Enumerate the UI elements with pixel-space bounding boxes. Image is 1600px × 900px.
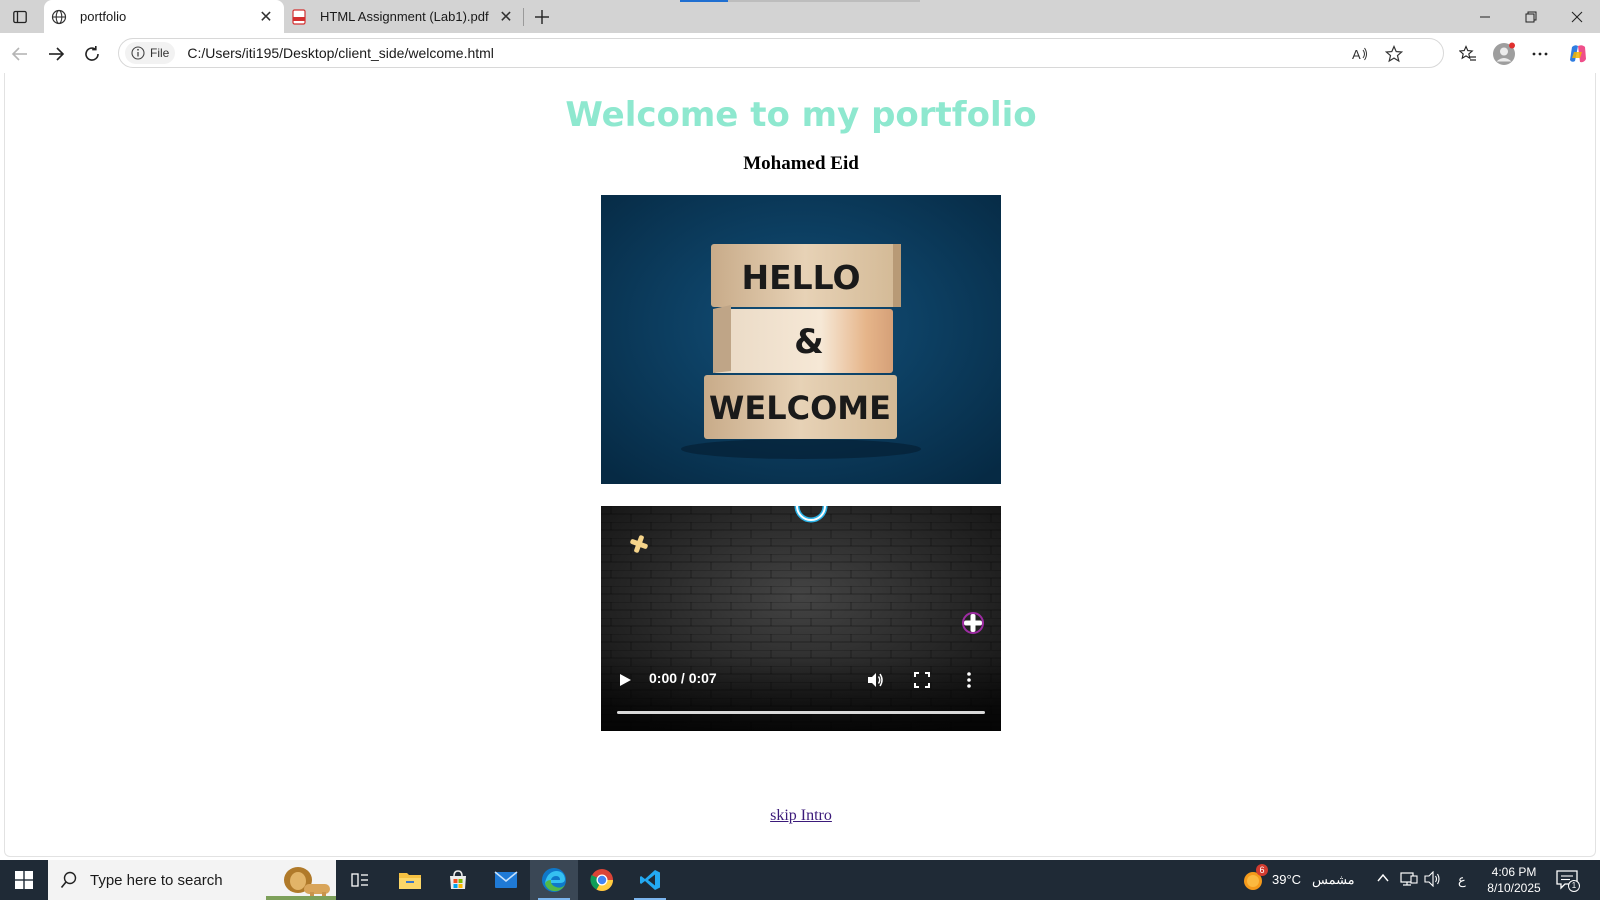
microsoft-store-button[interactable] xyxy=(434,860,482,900)
welcome-image: HELLO & WELCOME xyxy=(601,195,1001,484)
favorites-list-icon xyxy=(1459,45,1476,61)
forward-button[interactable] xyxy=(40,38,72,70)
tab-title: HTML Assignment (Lab1).pdf xyxy=(320,9,489,24)
tab-strip: portfolio ✕ HTML Assignment (Lab1).pdf ✕ xyxy=(0,0,1600,33)
read-aloud-icon[interactable]: A xyxy=(1349,43,1371,65)
taskbar-search[interactable]: Type here to search xyxy=(48,860,336,900)
globe-icon xyxy=(50,8,68,26)
page-viewport: Welcome to my portfolio Mohamed Eid HELL… xyxy=(4,73,1596,857)
tab-separator xyxy=(523,8,524,26)
arrow-right-icon xyxy=(49,47,65,61)
copilot-button[interactable] xyxy=(1562,38,1594,70)
page-heading: Welcome to my portfolio xyxy=(565,95,1037,135)
tab-portfolio[interactable]: portfolio ✕ xyxy=(44,0,284,33)
network-icon[interactable] xyxy=(1400,871,1418,892)
clock-date: 8/10/2025 xyxy=(1487,881,1541,895)
plus-icon xyxy=(535,10,549,24)
chevron-up-icon[interactable] xyxy=(1376,871,1390,890)
search-icon xyxy=(60,871,77,889)
fullscreen-icon xyxy=(914,672,930,688)
favorite-star-icon[interactable] xyxy=(1383,43,1405,65)
edge-icon xyxy=(542,868,566,892)
tab-actions-button[interactable] xyxy=(6,4,34,30)
skip-intro-link[interactable]: skip Intro xyxy=(5,807,1597,825)
address-bar[interactable]: File C:/Users/iti195/Desktop/client_side… xyxy=(118,38,1444,68)
weather-icon[interactable]: 6 xyxy=(1242,864,1268,892)
folder-icon xyxy=(399,873,421,889)
author-name: Mohamed Eid xyxy=(743,153,859,174)
close-tab-icon[interactable]: ✕ xyxy=(494,5,518,29)
intro-video[interactable]: 0:00 / 0:07 xyxy=(601,506,1001,731)
profile-button[interactable] xyxy=(1488,38,1520,70)
arrow-left-icon xyxy=(11,47,27,61)
close-tab-icon[interactable]: ✕ xyxy=(254,5,278,29)
weather-temp[interactable]: 39°C xyxy=(1272,872,1301,887)
weather-condition[interactable]: مشمس xyxy=(1312,872,1355,888)
restore-button[interactable] xyxy=(1508,0,1554,33)
edge-button[interactable] xyxy=(530,860,578,900)
minimize-icon xyxy=(1480,16,1490,17)
refresh-icon xyxy=(85,46,99,61)
store-icon xyxy=(450,870,466,889)
tab-pdf[interactable]: HTML Assignment (Lab1).pdf ✕ xyxy=(284,0,524,33)
hero-line-hello: HELLO xyxy=(741,258,860,297)
pdf-icon xyxy=(290,8,308,26)
windows-taskbar: Type here to search 6 39°C مشمس ع 4:06 P… xyxy=(0,860,1600,900)
notification-center-button[interactable]: 1 xyxy=(1556,870,1582,892)
volume-icon[interactable] xyxy=(1424,870,1442,892)
mail-icon xyxy=(494,871,518,888)
play-button[interactable] xyxy=(613,668,637,692)
video-time: 0:00 / 0:07 xyxy=(649,670,717,686)
play-icon xyxy=(620,674,631,686)
ellipsis-icon xyxy=(1532,52,1548,56)
tab-actions-icon xyxy=(13,10,27,24)
minimize-button[interactable] xyxy=(1462,0,1508,33)
mute-button[interactable] xyxy=(863,668,887,692)
task-view-icon xyxy=(351,873,368,887)
task-view-button[interactable] xyxy=(336,860,384,900)
more-options-button[interactable] xyxy=(1524,38,1556,70)
info-icon xyxy=(131,46,145,60)
site-info-label: File xyxy=(150,46,170,60)
copilot-icon xyxy=(1570,45,1586,63)
restore-icon xyxy=(1525,11,1537,22)
file-explorer-button[interactable] xyxy=(386,860,434,900)
site-info-button[interactable]: File xyxy=(125,42,176,64)
vscode-button[interactable] xyxy=(626,860,674,900)
new-tab-button[interactable] xyxy=(528,3,556,31)
fullscreen-button[interactable] xyxy=(910,668,934,692)
back-button[interactable] xyxy=(4,38,36,70)
taskbar-clock[interactable]: 4:06 PM 8/10/2025 xyxy=(1476,864,1552,896)
avatar-icon xyxy=(1493,42,1515,65)
mail-button[interactable] xyxy=(482,860,530,900)
refresh-button[interactable] xyxy=(76,38,108,70)
volume-icon xyxy=(868,673,883,687)
hero-line-welcome: WELCOME xyxy=(709,389,891,427)
windows-logo-icon xyxy=(15,871,33,889)
start-button[interactable] xyxy=(0,860,48,900)
chrome-button[interactable] xyxy=(578,860,626,900)
lion-search-highlight-icon xyxy=(266,867,336,900)
url-text[interactable]: C:/Users/iti195/Desktop/client_side/welc… xyxy=(187,45,494,61)
notification-count: 1 xyxy=(1568,880,1580,892)
input-language[interactable]: ع xyxy=(1458,872,1466,888)
video-poster xyxy=(601,506,1001,731)
browser-toolbar: File C:/Users/iti195/Desktop/client_side… xyxy=(0,33,1600,73)
favorites-button[interactable] xyxy=(1452,38,1484,70)
video-progress-bar[interactable] xyxy=(617,711,985,714)
svg-text:A: A xyxy=(1352,47,1361,62)
vscode-icon xyxy=(640,870,660,890)
chrome-icon xyxy=(590,869,613,891)
hero-line-amp: & xyxy=(794,322,824,362)
close-icon xyxy=(1571,11,1583,22)
tab-title: portfolio xyxy=(80,9,127,24)
weather-badge: 6 xyxy=(1256,864,1268,876)
vertical-ellipsis-icon xyxy=(967,672,971,688)
loading-indicator xyxy=(680,0,920,2)
search-placeholder: Type here to search xyxy=(90,871,223,889)
clock-time: 4:06 PM xyxy=(1491,865,1537,879)
video-more-button[interactable] xyxy=(957,668,981,692)
close-window-button[interactable] xyxy=(1554,0,1600,33)
